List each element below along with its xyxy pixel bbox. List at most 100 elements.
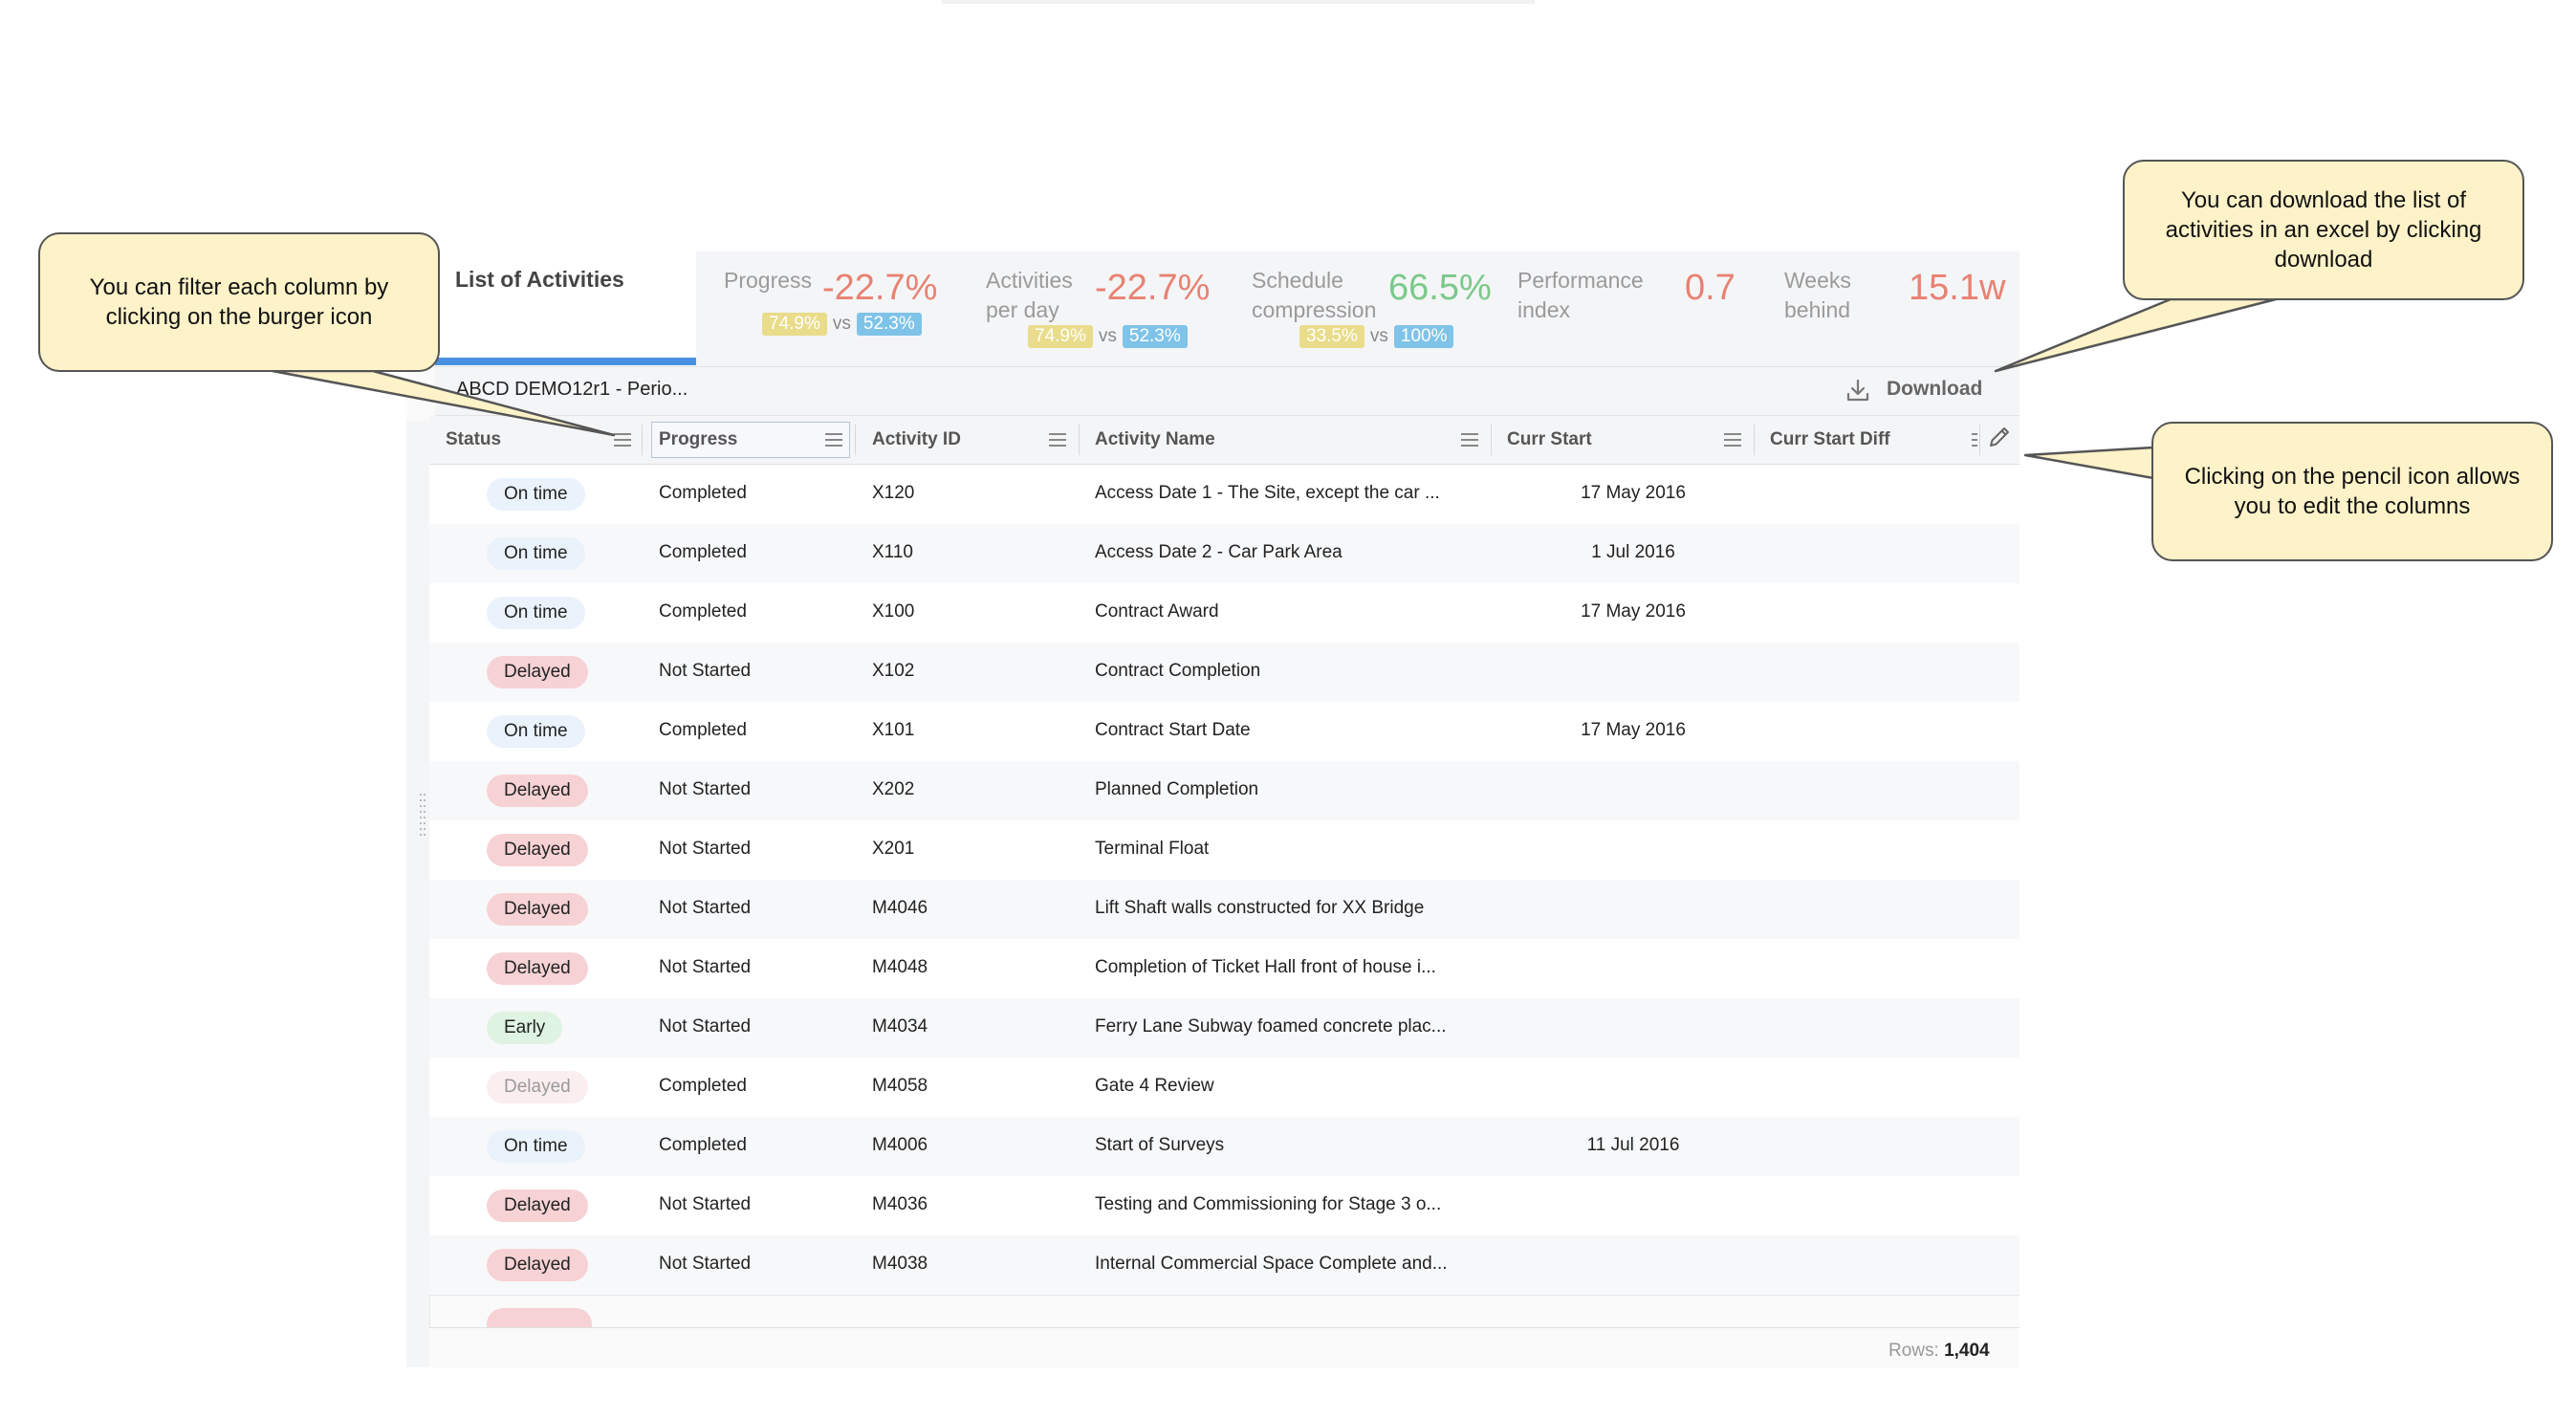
progress-cell: Not Started (659, 779, 752, 799)
download-icon[interactable] (1845, 378, 1870, 403)
activity-id-filter-burger-icon[interactable] (1049, 433, 1066, 447)
activity-name-cell: Access Date 1 - The Site, except the car… (1095, 483, 1440, 503)
column-header-curr-start[interactable]: Curr Start (1507, 429, 1592, 450)
status-badge: Delayed (487, 834, 588, 866)
resize-grip-icon[interactable] (419, 792, 426, 838)
table-row[interactable]: Delayed Not Started M4048 Completion of Tic… (429, 939, 2019, 999)
activity-id-cell: M4036 (872, 1194, 928, 1214)
activity-id-cell: M4034 (872, 1016, 928, 1037)
table-row[interactable]: Delayed Not Started M4038 Internal Commerci… (429, 1235, 2019, 1296)
progress-cell: Not Started (659, 1254, 752, 1274)
progress-cell: Not Started (659, 661, 752, 681)
table-row[interactable]: On time Completed X120 Access Date 1 - The … (429, 465, 2019, 525)
left-gutter (406, 421, 430, 1367)
metric-activities-per-day: Activities per day (986, 266, 1073, 325)
table-row[interactable]: On time Completed M4006 Start of Surveys 11 … (429, 1117, 2019, 1177)
activity-name-cell: Internal Commercial Space Complete and..… (1095, 1254, 1448, 1274)
progress-cell: Not Started (659, 898, 752, 918)
column-header-activity-id[interactable]: Activity ID (872, 429, 961, 450)
actual-pill: 52.3% (1122, 325, 1188, 348)
project-name[interactable]: ABCD DEMO12r1 - Perio... (456, 379, 688, 401)
metric-label: Performance (1517, 268, 1644, 293)
table-row[interactable]: On time Completed X110 Access Date 2 - Car … (429, 524, 2019, 584)
activity-name-cell: Contract Award (1095, 601, 1219, 622)
vs-label: vs (832, 314, 851, 334)
activity-name-cell: Ferry Lane Subway foamed concrete plac..… (1095, 1016, 1447, 1037)
curr-start-diff-filter-burger-icon[interactable] (1972, 433, 1977, 447)
activity-name-cell: Lift Shaft walls constructed for XX Brid… (1095, 898, 1425, 918)
metric-comparison: 74.9% vs 52.3% (762, 313, 922, 336)
column-divider[interactable] (1754, 425, 1755, 455)
status-badge (487, 1308, 592, 1327)
activity-name-cell: Planned Completion (1095, 779, 1259, 799)
metric-label: compression (1252, 297, 1377, 322)
table-row[interactable]: Delayed Not Started X201 Terminal Float (429, 820, 2019, 881)
column-header-curr-start-diff[interactable]: Curr Start Diff (1770, 429, 1890, 450)
metric-comparison: 33.5% vs 100% (1299, 325, 1454, 348)
metric-label: Schedule (1252, 268, 1343, 293)
progress-filter-burger-icon[interactable] (825, 433, 842, 447)
activity-id-cell: X100 (872, 601, 915, 622)
status-badge: Early (487, 1012, 563, 1044)
vs-label: vs (1098, 326, 1117, 346)
column-divider[interactable] (1491, 425, 1492, 455)
activity-id-cell: M4038 (872, 1254, 928, 1274)
column-header-status[interactable]: Status (446, 429, 501, 450)
callout-download: You can download the list of activities … (2123, 160, 2524, 300)
activity-name-filter-burger-icon[interactable] (1461, 433, 1478, 447)
planned-pill: 33.5% (1299, 325, 1364, 348)
curr-start-cell: 17 May 2016 (1581, 483, 1686, 503)
table-row[interactable]: Delayed Not Started M4036 Testing and Commi… (429, 1176, 2019, 1236)
activity-id-cell: X120 (872, 483, 915, 503)
status-badge: Delayed (487, 1190, 588, 1222)
pencil-icon[interactable] (1986, 424, 2013, 450)
activity-id-cell: M4046 (872, 898, 928, 918)
activity-id-cell: X110 (872, 542, 913, 562)
metric-label: index (1517, 297, 1570, 322)
column-header-progress[interactable]: Progress (659, 429, 737, 450)
progress-cell: Completed (659, 1135, 747, 1155)
progress-cell: Not Started (659, 839, 752, 859)
metric-weeks-behind: Weeks behind (1784, 266, 1851, 325)
status-badge: Delayed (487, 656, 588, 688)
status-filter-burger-icon[interactable] (614, 433, 631, 447)
table-footer (429, 1327, 2019, 1368)
column-divider[interactable] (642, 425, 643, 455)
table-row[interactable]: Delayed Completed M4058 Gate 4 Review (429, 1058, 2019, 1118)
activity-name-cell: Gate 4 Review (1095, 1076, 1214, 1096)
activity-name-cell: Contract Completion (1095, 661, 1261, 681)
status-badge: On time (487, 597, 585, 629)
download-button[interactable]: Download (1887, 378, 1982, 401)
table-row[interactable]: Delayed Not Started M4046 Lift Shaft walls … (429, 880, 2019, 940)
curr-start-filter-burger-icon[interactable] (1724, 433, 1741, 447)
table-row[interactable]: Delayed Not Started X102 Contract Completio… (429, 643, 2019, 703)
metric-performance-index: Performance index (1517, 266, 1644, 325)
status-badge: Delayed (487, 952, 588, 985)
planned-pill: 74.9% (1028, 325, 1093, 348)
column-divider[interactable] (1979, 425, 1980, 455)
column-divider[interactable] (1079, 425, 1080, 455)
column-header-activity-name[interactable]: Activity Name (1095, 429, 1215, 450)
row-count-label: Rows: (1888, 1341, 1939, 1361)
callout-pencil: Clicking on the pencil icon allows you t… (2151, 422, 2553, 561)
table-row[interactable]: On time Completed X101 Contract Start Date 1… (429, 702, 2019, 762)
progress-cell: Completed (659, 542, 747, 562)
progress-cell: Not Started (659, 1194, 752, 1214)
progress-cell: Not Started (659, 1016, 752, 1037)
table-row[interactable]: Early Not Started M4034 Ferry Lane Subway f… (429, 998, 2019, 1059)
activity-name-cell: Terminal Float (1095, 839, 1210, 859)
table-row[interactable]: Delayed Not Started X202 Planned Completion (429, 761, 2019, 821)
metric-label: Progress (724, 268, 813, 293)
progress-cell: Not Started (659, 957, 752, 977)
progress-cell: Completed (659, 1076, 747, 1096)
metric-value: -22.7% (1095, 268, 1211, 308)
status-badge: On time (487, 478, 585, 511)
progress-cell: Completed (659, 720, 747, 740)
table-row[interactable]: On time Completed X100 Contract Award 17 May… (429, 583, 2019, 644)
column-divider[interactable] (855, 425, 856, 455)
activity-id-cell: M4006 (872, 1135, 928, 1155)
activity-id-cell: X202 (872, 779, 915, 799)
activity-id-cell: X201 (872, 839, 915, 859)
status-badge: Delayed (487, 893, 588, 926)
status-badge: Delayed (487, 775, 588, 807)
